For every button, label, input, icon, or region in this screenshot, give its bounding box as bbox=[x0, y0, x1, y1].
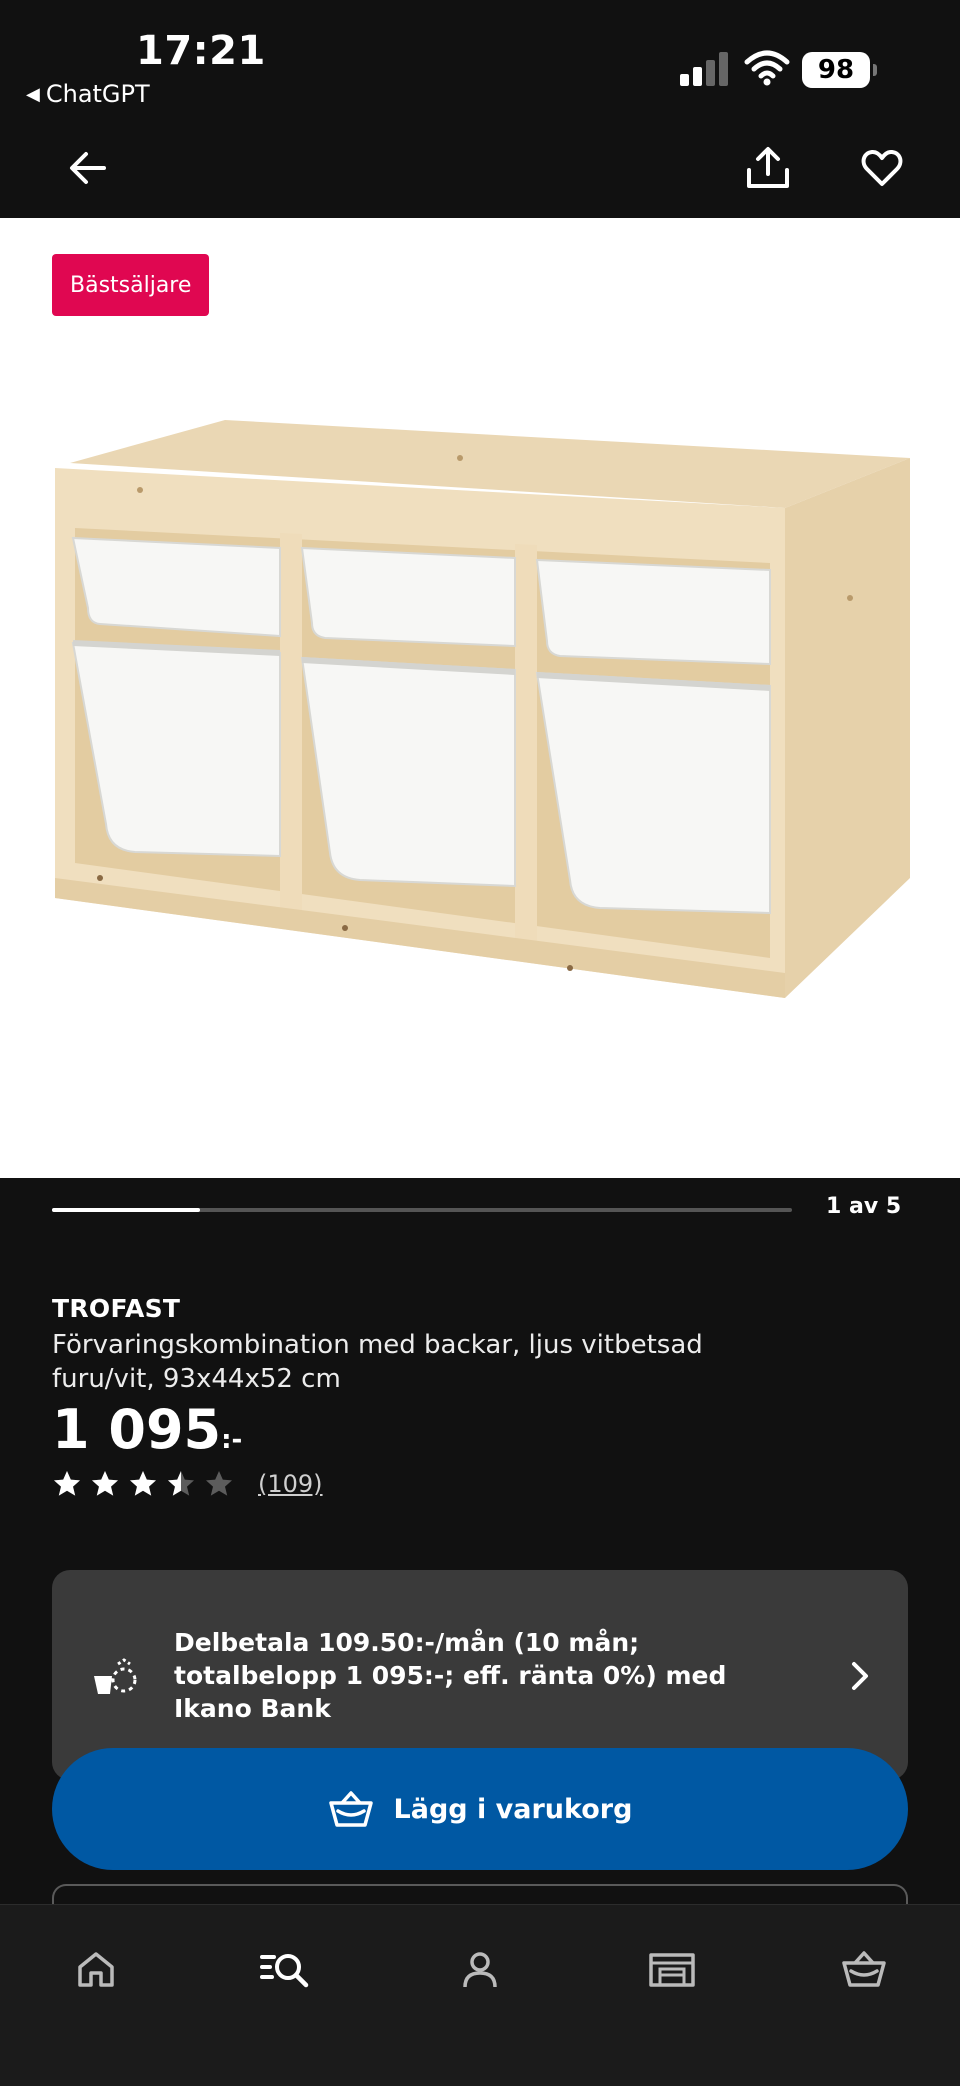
bestseller-badge: Bästsäljare bbox=[52, 254, 210, 316]
product-image-gallery[interactable]: Bästsäljare bbox=[0, 218, 960, 1178]
store-icon bbox=[649, 1953, 695, 1987]
review-count-link[interactable]: (109) bbox=[258, 1470, 323, 1498]
battery-indicator: 98 bbox=[802, 52, 877, 88]
bottom-tab-bar bbox=[0, 1904, 960, 2086]
tab-home[interactable] bbox=[66, 1939, 126, 1999]
arrow-left-icon bbox=[70, 152, 106, 184]
home-icon bbox=[78, 1952, 114, 1987]
product-price: 1 095 :- bbox=[52, 1398, 242, 1461]
top-navigation bbox=[0, 118, 960, 218]
star-icon bbox=[92, 1471, 118, 1496]
wifi-icon bbox=[744, 50, 790, 86]
tab-stores[interactable] bbox=[642, 1939, 702, 1999]
profile-icon bbox=[463, 1952, 497, 1988]
basket-icon bbox=[328, 1791, 373, 1827]
star-icon bbox=[168, 1471, 194, 1496]
product-rating[interactable]: (109) bbox=[52, 1468, 323, 1500]
heart-icon bbox=[861, 149, 903, 186]
star-icon bbox=[206, 1471, 232, 1496]
star-icon bbox=[130, 1471, 156, 1496]
price-main: 1 095 bbox=[52, 1398, 222, 1461]
product-name: TROFAST bbox=[52, 1294, 181, 1323]
search-icon bbox=[260, 1954, 309, 1988]
tab-profile[interactable] bbox=[450, 1939, 510, 1999]
installment-offer-text: Delbetala 109.50:-/mån (10 mån; totalbel… bbox=[174, 1628, 727, 1723]
status-bar: 17:21 ◀ ChatGPT 98 bbox=[0, 0, 960, 118]
product-image bbox=[55, 420, 910, 998]
back-to-app-link[interactable]: ◀ ChatGPT bbox=[26, 80, 150, 108]
back-triangle-icon: ◀ bbox=[26, 83, 40, 105]
payment-icon bbox=[94, 1658, 137, 1694]
star-icon bbox=[54, 1471, 80, 1496]
back-app-label: ChatGPT bbox=[45, 80, 150, 108]
tab-search[interactable] bbox=[256, 1939, 316, 1999]
rating-stars bbox=[52, 1469, 234, 1499]
favorite-button[interactable] bbox=[854, 140, 910, 196]
share-icon bbox=[747, 147, 789, 188]
chevron-right-icon bbox=[852, 1662, 868, 1690]
tab-cart[interactable] bbox=[834, 1939, 894, 1999]
basket-icon bbox=[842, 1951, 886, 1987]
gallery-counter: 1 av 5 bbox=[826, 1194, 902, 1219]
cellular-signal-icon bbox=[680, 52, 728, 86]
add-to-cart-label: Lägg i varukorg bbox=[393, 1793, 633, 1825]
gallery-progress-track bbox=[52, 1208, 792, 1212]
add-to-cart-button[interactable]: Lägg i varukorg bbox=[52, 1748, 908, 1870]
status-time: 17:21 bbox=[136, 28, 266, 74]
gallery-progress-fill bbox=[52, 1208, 200, 1212]
price-suffix: :- bbox=[221, 1425, 243, 1455]
back-button[interactable] bbox=[60, 140, 116, 196]
share-button[interactable] bbox=[740, 140, 796, 196]
product-description: Förvaringskombination med backar, ljus v… bbox=[52, 1330, 703, 1394]
